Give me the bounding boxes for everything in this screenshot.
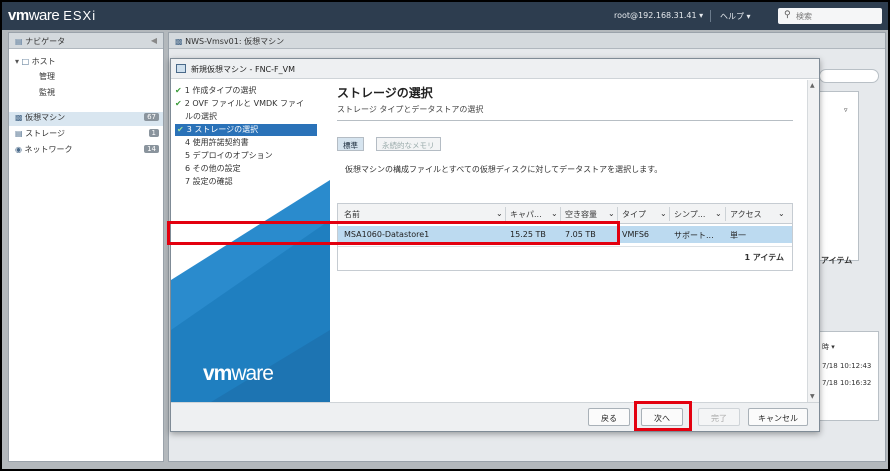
scrollbar[interactable]: ▲ ▼ [807,80,819,402]
vm-folder-icon: ▩ [175,37,186,46]
chevron-down-icon[interactable]: ⌄ [608,209,615,218]
pin-icon[interactable]: ◀ [151,36,157,45]
wizard-step-4: 4 使用許諾契約書 [185,138,249,147]
page-subheading: ストレージ タイプとデータストアの選択 [337,105,484,114]
column-divider [725,207,726,221]
cell-thin: サポート... [674,231,714,240]
count-badge: 14 [144,145,159,153]
column-header-capacity[interactable]: キャパ... [510,209,542,220]
dialog-footer: 戻る 次へ 完了 キャンセル [171,402,819,431]
check-icon: ✔ [175,86,182,95]
divider [338,246,792,247]
sidebar-item-storage[interactable]: ▤ ストレージ 1 [9,128,163,142]
bg-time-header: 時 ▾ [822,343,835,351]
navigator-header: ▤ ナビゲータ ◀ [9,33,163,49]
column-header-free[interactable]: 空き容量 [565,209,597,220]
sidebar-item-label: ストレージ [25,129,65,138]
column-header-type[interactable]: タイプ [622,209,646,220]
description: 仮想マシンの構成ファイルとすべての仮想ディスクに対してデータストアを選択します。 [345,165,663,174]
divider [337,120,793,121]
wizard-step-6: 6 その他の設定 [185,164,241,173]
network-icon: ◉ [15,145,25,154]
count-badge: 1 [148,129,159,137]
top-bar: vmware ESXi root@192.168.31.41 ▾ ヘルプ ▾ ⚲ … [2,2,888,30]
tab-standard[interactable]: 標準 [337,137,364,151]
search-placeholder: 検索 [796,12,812,21]
column-header-access[interactable]: アクセス [730,209,762,220]
sidebar-item-monitor[interactable]: 監視 [9,87,163,101]
back-button[interactable]: 戻る [588,408,630,426]
bg-timestamp: 7/18 10:12:43 [822,362,872,370]
vmware-logo: vmware ESXi [8,7,97,24]
item-count: 1 アイテム [744,253,784,262]
page-title: NWS-Vmsv01: 仮想マシン [185,37,285,46]
wizard-step-5: 5 デプロイのオプション [185,151,273,160]
help-menu[interactable]: ヘルプ ▾ [720,11,751,22]
new-vm-dialog: 新規仮想マシン - FNC-F_VM ✔ 1 作成タイプの選択 ✔ 2 OVF ファ… [170,58,820,432]
tab-persistent-memory[interactable]: 永続的なメモリ [376,137,441,151]
dialog-title: 新規仮想マシン - FNC-F_VM [191,65,296,74]
bg-timestamp: 7/18 10:16:32 [822,379,872,387]
column-divider [669,207,670,221]
chevron-down-icon[interactable]: ⌄ [551,209,558,218]
sidebar-item-label: ホスト [31,57,56,66]
navigator-title: ナビゲータ [25,37,66,46]
bg-item-count: アイテム [821,256,853,265]
vmware-logo: vmware [203,362,274,385]
bg-column-icon: ▿ [844,106,848,114]
finish-button[interactable]: 完了 [698,408,740,426]
vm-icon: ▩ [15,113,26,122]
sidebar-item-label: 仮想マシン [25,113,66,122]
chevron-down-icon[interactable]: ⌄ [496,209,503,218]
sidebar-item-vms[interactable]: ▩ 仮想マシン 67 [9,112,163,126]
column-divider [505,207,506,221]
navigator-panel: ▤ ナビゲータ ◀ ▾ □ ホスト 管理 監視 ▩ 仮想マシン 67 ▤ ストレ… [8,32,164,462]
bg-table-fragment: ▿ [819,91,859,261]
wizard-step-1[interactable]: ✔ 1 作成タイプの選択 [175,85,256,97]
navigator-title-icon: ▤ [15,37,23,46]
search-input[interactable]: ⚲ 検索 [778,8,882,24]
bg-search-field [819,69,879,83]
sidebar-item-host[interactable]: ▾ □ ホスト [9,56,163,70]
chevron-down-icon[interactable]: ⌄ [778,209,785,218]
dialog-titlebar: 新規仮想マシン - FNC-F_VM [171,59,819,79]
page-heading: ストレージの選択 [337,86,433,100]
sidebar-item-label: 監視 [39,88,55,97]
sidebar-item-label: ネットワーク [24,145,73,154]
cell-access: 単一 [730,231,746,240]
highlight-box-datastore [167,221,620,245]
wizard-step-2[interactable]: ✔ 2 OVF ファイルと VMDK ファイ [175,98,304,110]
chevron-down-icon[interactable]: ⌄ [660,209,667,218]
user-menu[interactable]: root@192.168.31.41 ▾ [614,11,703,20]
column-header-thin[interactable]: シンプ... [674,209,705,220]
vm-icon [176,64,186,73]
wizard-step-7: 7 設定の確認 [185,177,233,186]
bg-tasks-fragment: 時 ▾ 7/18 10:12:43 7/18 10:16:32 [819,331,879,421]
highlight-box-next [634,401,692,431]
cell-type: VMFS6 [622,230,650,239]
wizard-step-3[interactable]: ✔ 3 ストレージの選択 [175,124,317,136]
sidebar-item-manage[interactable]: 管理 [9,71,163,85]
check-icon: ✔ [175,99,182,108]
sidebar-item-label: 管理 [39,72,55,81]
wizard-step-2-cont: ルの選択 [185,112,217,121]
cancel-button[interactable]: キャンセル [748,408,808,426]
column-divider [560,207,561,221]
divider [710,10,711,22]
chevron-down-icon[interactable]: ⌄ [715,209,722,218]
content-header: ▩ NWS-Vmsv01: 仮想マシン [169,33,885,49]
column-header-name[interactable]: 名前 [344,209,360,220]
scroll-up-icon[interactable]: ▲ [810,82,815,89]
sidebar-item-network[interactable]: ◉ ネットワーク 14 [9,144,163,158]
storage-icon: ▤ [15,129,26,138]
count-badge: 67 [144,113,159,121]
host-icon: □ [21,57,32,66]
column-divider [617,207,618,221]
check-icon: ✔ [177,125,184,134]
search-icon: ⚲ [784,10,791,20]
scroll-down-icon[interactable]: ▼ [810,393,815,400]
